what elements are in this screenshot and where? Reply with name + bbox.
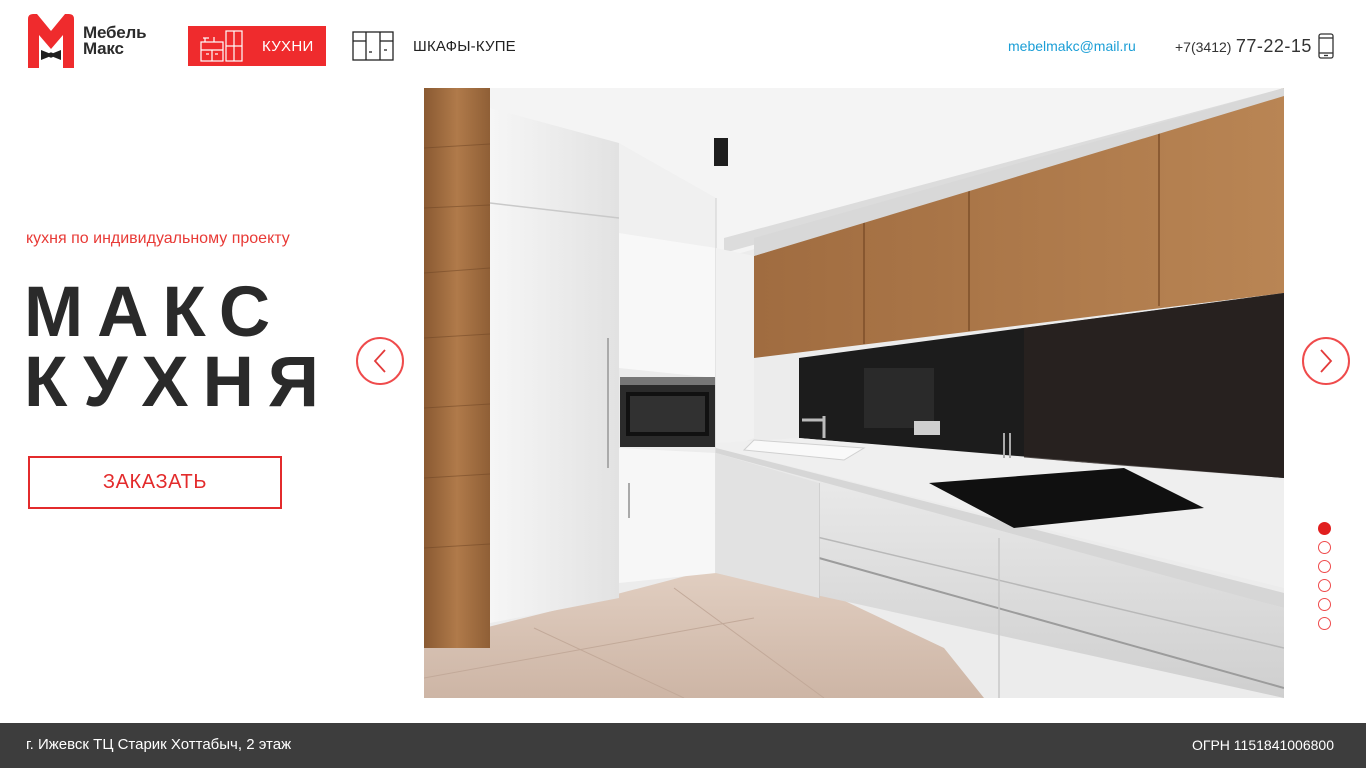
slide-image-kitchen: [424, 88, 1284, 698]
hero-title-line1: МАКС: [24, 273, 285, 352]
chevron-right-icon: [1320, 349, 1333, 373]
slider-dot-6[interactable]: [1318, 617, 1331, 630]
nav-item-wardrobes-label: ШКАФЫ-КУПЕ: [413, 38, 516, 55]
slider-next-button[interactable]: [1302, 337, 1350, 385]
kitchen-photo: [424, 88, 1284, 698]
site-footer: г. Ижевск ТЦ Старик Хоттабыч, 2 этаж ОГР…: [0, 723, 1366, 768]
slider-dot-5[interactable]: [1318, 598, 1331, 611]
logo-text: Мебель Макс: [83, 24, 147, 58]
nav-item-kitchens[interactable]: КУХНИ: [188, 26, 326, 66]
slider-dot-3[interactable]: [1318, 560, 1331, 573]
phone-number[interactable]: +7(3412) 77-22-15: [1175, 36, 1312, 57]
smartphone-icon: [1318, 33, 1334, 59]
footer-ogrn: ОГРН 1151841006800: [1192, 737, 1334, 753]
slider-dot-2[interactable]: [1318, 541, 1331, 554]
phone-code: +7(3412): [1175, 39, 1232, 55]
footer-address: г. Ижевск ТЦ Старик Хоттабыч, 2 этаж: [26, 736, 292, 753]
hero-title-line2: КУХНЯ: [24, 343, 333, 422]
nav-item-kitchens-label: КУХНИ: [262, 38, 314, 55]
slider-pagination: [1318, 522, 1331, 636]
phone-digits: 77-22-15: [1235, 36, 1312, 56]
slider-prev-button[interactable]: [356, 337, 404, 385]
hero-title: МАКС КУХНЯ: [24, 273, 333, 422]
slider-dot-4[interactable]: [1318, 579, 1331, 592]
order-button[interactable]: ЗАКАЗАТЬ: [28, 456, 282, 509]
kitchen-cabinet-icon: [200, 30, 243, 62]
logo-mark-icon: [28, 14, 74, 68]
email-link[interactable]: mebelmakc@mail.ru: [1008, 38, 1136, 54]
slider-dot-1[interactable]: [1318, 522, 1331, 535]
logo[interactable]: Мебель Макс: [26, 14, 147, 68]
wardrobe-icon: [352, 31, 394, 61]
chevron-left-icon: [373, 349, 386, 373]
logo-text-line2: Макс: [83, 39, 124, 58]
hero-tagline: кухня по индивидуальному проекту: [26, 230, 290, 247]
